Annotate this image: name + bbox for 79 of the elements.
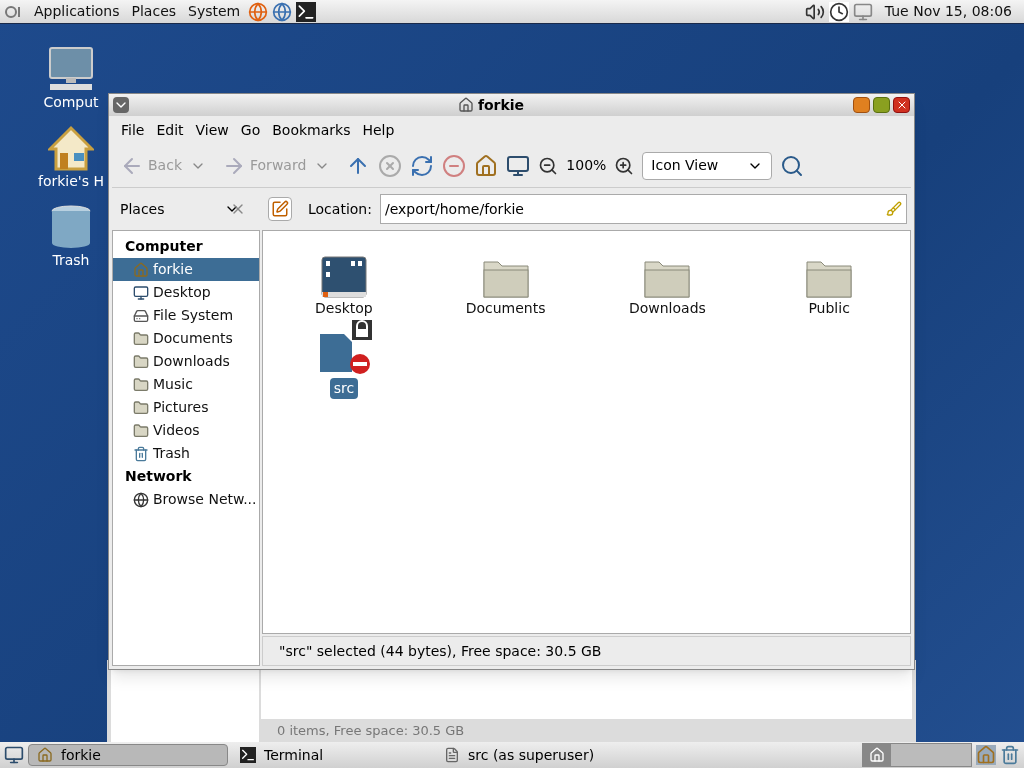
sidebar-item[interactable]: Videos [113,419,259,442]
status-text: 0 items, Free space: 30.5 GB [276,721,466,740]
taskbar-button[interactable]: src (as superuser) [436,744,636,766]
window-title: forkie [477,95,525,115]
folder-icon [133,330,149,347]
zoom-in-icon[interactable] [614,155,635,176]
home-icon[interactable] [474,153,499,178]
workspace-icon [869,747,885,763]
status-bar: "src" selected (44 bytes), Free space: 30.5 GB [262,636,911,666]
home-icon [133,261,149,278]
sidebar-item[interactable]: Desktop [113,281,259,304]
home-icon [37,747,53,763]
folder-icon [133,353,149,370]
computer-icon [48,46,94,92]
icon-view-item[interactable]: Public [748,239,910,319]
edit-location-icon[interactable] [268,197,292,221]
volume-icon[interactable] [804,1,825,22]
search-icon[interactable] [780,153,805,178]
sidebar-heading: Network [124,467,193,486]
computer-icon[interactable] [506,153,531,178]
view-select[interactable]: Icon View [642,151,773,180]
sidebar-heading: Computer [124,237,204,256]
zoom-level: 100% [566,156,607,175]
menu-item[interactable]: Go [235,119,266,141]
panel-menu[interactable]: Applications [30,1,124,22]
browser-launcher-icon[interactable] [248,1,269,22]
menu-item[interactable]: Edit [151,119,189,141]
icon-view-item[interactable]: Documents [424,239,587,319]
desktop-icon-label[interactable]: forkie's H [38,171,104,192]
sidebar-item[interactable]: Browse Netw... [113,488,259,511]
icon-view-item[interactable]: Downloads [586,239,749,319]
show-desktop-icon[interactable] [4,745,24,765]
maximize-button[interactable] [873,97,890,113]
no-entry-icon[interactable] [442,153,467,178]
folder-icon [133,376,149,393]
location-field[interactable]: /export/home/forkie [379,194,907,224]
clear-icon[interactable] [886,201,902,217]
drive-icon [133,307,149,324]
menu-item[interactable]: Bookmarks [267,119,356,141]
panel-menu[interactable]: Places [127,1,181,22]
window-menu-icon[interactable] [113,97,129,113]
panel-menu[interactable]: System [184,1,245,22]
desktop-folder-icon [320,256,367,298]
sidebar-item[interactable]: Downloads [113,350,259,373]
terminal-launcher-icon[interactable] [296,1,317,22]
sidebar-item[interactable]: Music [113,373,259,396]
sidebar-item[interactable]: File System [113,304,259,327]
workspace-switcher[interactable] [862,743,972,767]
folder-icon [133,422,149,439]
terminal-icon [240,747,256,763]
desktop-icon-label[interactable]: Trash [52,250,90,271]
close-button[interactable] [893,97,910,113]
reload-icon[interactable] [410,153,435,178]
folder-icon [133,399,149,416]
trash-icon[interactable] [1000,745,1020,765]
house-icon [48,125,94,171]
taskbar-button[interactable]: Terminal [232,744,432,766]
panel-clock[interactable]: Tue Nov 15, 08:06 [876,1,1020,22]
desktop-icon-label[interactable]: Comput [43,92,99,113]
minimize-button[interactable] [853,97,870,113]
taskbar-button[interactable]: forkie [28,744,228,766]
location-label: Location: [308,199,372,219]
icon-view-item[interactable]: src [263,319,425,399]
clock-icon[interactable] [828,1,849,22]
menu-item[interactable]: View [190,119,234,141]
sidebar-item[interactable]: Pictures [113,396,259,419]
zoom-out-icon[interactable] [538,155,559,176]
pane-selector[interactable]: Places [112,198,260,220]
file-icon [444,747,460,763]
globe-icon [133,491,149,508]
trash-icon [133,445,149,462]
desktop-icon [133,284,149,301]
icon-view-item[interactable]: Desktop [263,239,425,319]
home-icon [457,97,474,113]
sidebar-item[interactable]: forkie [113,258,259,281]
sidebar-item[interactable]: Trash [113,442,259,465]
menu-item[interactable]: File [116,119,150,141]
menu-item[interactable]: Help [357,119,400,141]
sidebar-item[interactable]: Documents [113,327,259,350]
